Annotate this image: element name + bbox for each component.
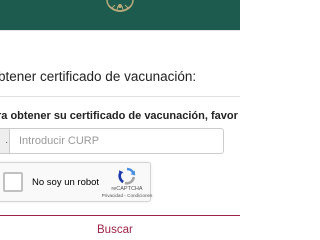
recaptcha-brand: reCAPTCHA	[111, 186, 143, 192]
recaptcha-logo-icon	[118, 167, 136, 185]
recaptcha-label: No soy un robot	[32, 177, 100, 188]
mexico-coat-of-arms-icon	[106, 0, 134, 12]
recaptcha-checkbox[interactable]	[3, 172, 23, 192]
vaccination-certificate-page: btener certificado de vacunación: ra obt…	[0, 0, 240, 240]
terms-link[interactable]: Condiciones	[127, 193, 152, 198]
recaptcha-widget: No soy un robot reCAPTCHA Privacidad - C…	[0, 162, 152, 202]
search-button[interactable]: Buscar	[5, 215, 240, 240]
instruction-text: ra obtener su certificado de vacunación,…	[0, 110, 240, 122]
header-divider	[0, 30, 240, 31]
section-title: btener certificado de vacunación:	[0, 69, 197, 84]
curp-input-group: .	[0, 128, 226, 154]
curp-input[interactable]	[9, 128, 224, 154]
title-divider	[0, 96, 240, 97]
header-band	[0, 0, 240, 30]
privacy-link[interactable]: Privacidad	[102, 193, 123, 198]
recaptcha-links: Privacidad - Condiciones	[95, 193, 159, 198]
